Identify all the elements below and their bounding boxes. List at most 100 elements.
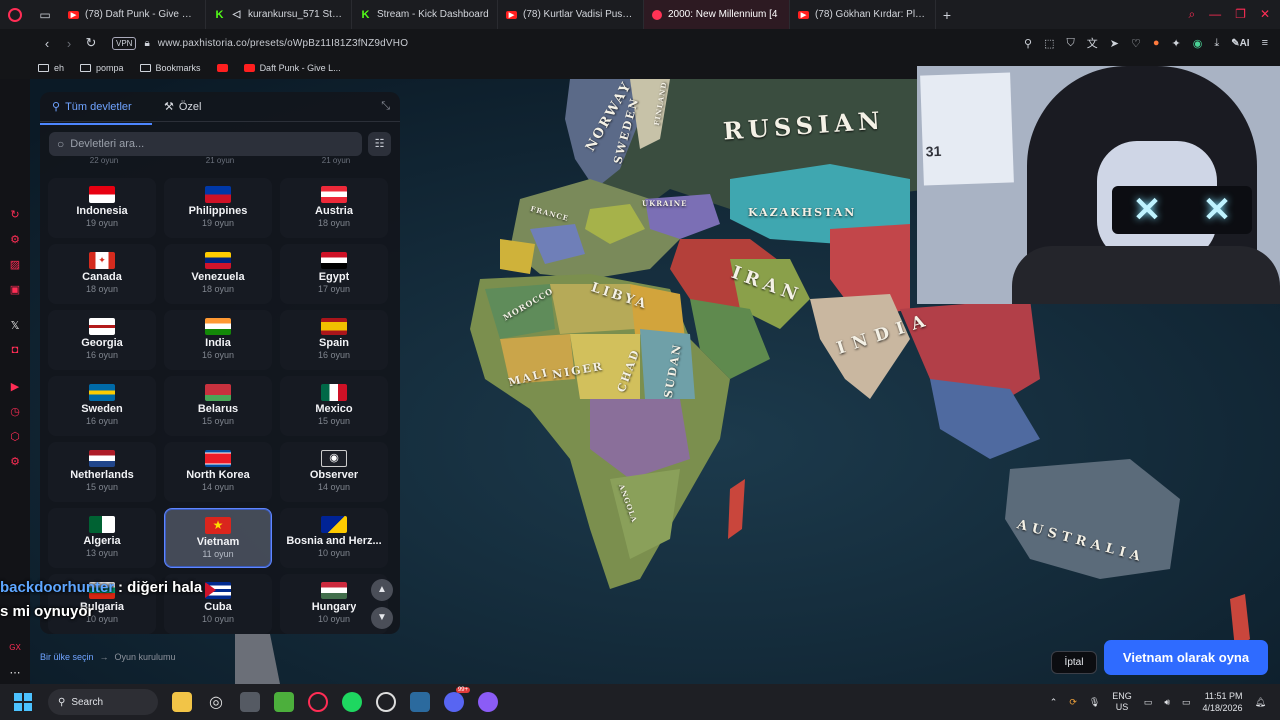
clock[interactable]: 11:51 PM 4/18/2026	[1203, 690, 1243, 714]
bookmark-youtube[interactable]	[216, 64, 228, 72]
country-card[interactable]: ◉ Observer 14 oyun	[280, 442, 388, 502]
send-icon[interactable]: ➤	[1110, 37, 1119, 50]
bookmark-folder-pompa[interactable]: pompa	[80, 63, 124, 73]
extension-icon[interactable]: ●	[1153, 37, 1160, 49]
file-explorer-icon[interactable]	[172, 692, 192, 712]
messenger-icon[interactable]: ▭	[30, 8, 60, 22]
tab-kick-dashboard[interactable]: K Stream - Kick Dashboard	[352, 0, 498, 29]
spotify-icon[interactable]	[342, 692, 362, 712]
puzzle-icon[interactable]: ✦	[1171, 37, 1180, 50]
heart-icon[interactable]: ♡	[1131, 37, 1141, 50]
settings-icon[interactable]: ⚙	[9, 456, 21, 468]
translate-icon[interactable]: 文	[1087, 35, 1098, 51]
new-tab-button[interactable]: +	[936, 7, 958, 23]
filter-button[interactable]: ☷	[368, 132, 391, 156]
ghostery-icon[interactable]: ◉	[1193, 37, 1203, 50]
steam-icon[interactable]	[410, 692, 430, 712]
speed-dial-icon[interactable]: ↻	[9, 209, 21, 221]
obs-icon[interactable]: ◎	[206, 692, 226, 712]
chatgpt-icon[interactable]	[376, 692, 396, 712]
language-indicator[interactable]: ENG US	[1112, 691, 1132, 713]
tab-custom[interactable]: ⚒ Özel	[164, 100, 202, 114]
country-card[interactable]: North Korea 14 oyun	[164, 442, 272, 502]
country-card[interactable]: Sweden 16 oyun	[48, 376, 156, 436]
tray-sync-icon[interactable]: ⟳	[1069, 697, 1077, 708]
collapse-panel-icon[interactable]: ⤡	[381, 100, 390, 113]
country-card[interactable]: Mexico 15 oyun	[280, 376, 388, 436]
gx-corner-icon[interactable]: GX	[9, 642, 21, 654]
country-card[interactable]: Egypt 17 oyun	[280, 244, 388, 304]
search-tabs-icon[interactable]: ⌕	[1188, 7, 1195, 22]
unity-icon[interactable]	[240, 692, 260, 712]
tab-daft-punk[interactable]: ▶ (78) Daft Punk - Give Life	[60, 0, 206, 29]
notification-bell-icon[interactable]: 🔔︎	[1255, 697, 1266, 708]
pin-icon[interactable]: ⚲	[1024, 37, 1032, 50]
shield-icon[interactable]: ⛉	[1066, 37, 1074, 50]
player-icon[interactable]: ▶	[9, 381, 21, 393]
clock-date: 4/18/2026	[1202, 703, 1243, 713]
country-card[interactable]: Algeria 13 oyun	[48, 508, 156, 568]
cancel-button[interactable]: İptal	[1051, 651, 1097, 674]
twitch-taskbar-icon[interactable]	[478, 692, 498, 712]
country-search-input[interactable]	[70, 138, 331, 150]
messenger-sidebar-icon[interactable]: ▣	[9, 284, 21, 296]
history-icon[interactable]: ◷	[9, 406, 21, 418]
scroll-up-button[interactable]: ▲	[371, 579, 393, 601]
poster-number: 31	[925, 142, 942, 160]
discord-sidebar-icon[interactable]: ◘	[9, 344, 21, 356]
ai-button[interactable]: ✎AI	[1231, 38, 1249, 49]
taskbar-search[interactable]: ⚲ Search	[48, 689, 158, 715]
battery-icon[interactable]: ▭	[1182, 697, 1191, 708]
download-icon[interactable]: ⤓	[1214, 37, 1219, 50]
tab-new-millennium[interactable]: 2000: New Millennium [4	[644, 0, 790, 29]
menu-icon[interactable]: ≡	[1262, 37, 1268, 49]
tab-gokhan-kirdar[interactable]: ▶ (78) Gökhan Kırdar: Plastik	[790, 0, 936, 29]
more-icon[interactable]: ⋯	[9, 667, 21, 679]
gx-control-icon[interactable]: ⚙	[9, 234, 21, 246]
country-card[interactable]: ✦ Canada 18 oyun	[48, 244, 156, 304]
reload-icon[interactable]: ↻	[80, 35, 102, 51]
close-icon[interactable]: ✕	[1260, 7, 1270, 22]
country-card[interactable]: Netherlands 15 oyun	[48, 442, 156, 502]
network-icon[interactable]: ▭	[1144, 697, 1153, 708]
tab-kurtlar-vadisi[interactable]: ▶ (78) Kurtlar Vadisi Pusu K	[498, 0, 644, 29]
country-card[interactable]: Georgia 16 oyun	[48, 310, 156, 370]
country-card[interactable]: Indonesia 19 oyun	[48, 178, 156, 238]
region-iberia[interactable]	[500, 239, 535, 274]
country-search[interactable]: ○	[49, 132, 362, 156]
country-card[interactable]: Austria 18 oyun	[280, 178, 388, 238]
snapshot-icon[interactable]: ⬚	[1044, 37, 1054, 50]
twitch-icon[interactable]: ▨	[9, 259, 21, 271]
opera-gx-taskbar-icon[interactable]	[308, 692, 328, 712]
microphone-icon[interactable]: 🎙︎	[1089, 697, 1100, 708]
country-card[interactable]: Spain 16 oyun	[280, 310, 388, 370]
minecraft-icon[interactable]	[274, 692, 294, 712]
volume-icon[interactable]: 🔊︎	[1164, 697, 1170, 708]
lock-icon[interactable]: 🔒︎	[144, 38, 149, 49]
minimize-icon[interactable]: —	[1209, 7, 1221, 22]
back-icon[interactable]: ‹	[36, 36, 58, 51]
scroll-down-button[interactable]: ▼	[371, 607, 393, 629]
tab-kurankursu-stream[interactable]: K ◁ kurankursu_571 Stream	[206, 0, 352, 29]
vpn-badge[interactable]: VPN	[112, 36, 137, 50]
x-twitter-icon[interactable]: 𝕏	[9, 320, 21, 332]
country-card[interactable]: Bosnia and Herz... 10 oyun	[280, 508, 388, 568]
bookmark-folder-bookmarks[interactable]: Bookmarks	[139, 63, 201, 73]
extensions-sidebar-icon[interactable]: ⬡	[9, 431, 21, 443]
bookmark-daft-punk[interactable]: Daft Punk - Give L...	[243, 63, 341, 73]
tab-all-states[interactable]: ⚲ Tüm devletler	[40, 100, 152, 125]
country-card[interactable]: Venezuela 18 oyun	[164, 244, 272, 304]
country-card[interactable]: Philippines 19 oyun	[164, 178, 272, 238]
tray-chevron-icon[interactable]: ⌃	[1050, 697, 1058, 708]
opera-gx-logo-icon[interactable]	[0, 0, 30, 29]
country-card[interactable]: Belarus 15 oyun	[164, 376, 272, 436]
bookmark-folder-eh[interactable]: eh	[38, 63, 64, 73]
maximize-icon[interactable]: ❐	[1235, 7, 1246, 22]
url-field[interactable]: www.paxhistoria.co/presets/oWpBz11I81Z3f…	[158, 38, 408, 49]
country-card[interactable]: ★ Vietnam 11 oyun	[164, 508, 272, 568]
forward-icon[interactable]: ›	[58, 36, 80, 51]
play-as-button[interactable]: Vietnam olarak oyna	[1104, 640, 1268, 675]
country-card[interactable]: India 16 oyun	[164, 310, 272, 370]
windows-start-icon[interactable]	[14, 693, 32, 711]
discord-icon[interactable]: 99+	[444, 687, 470, 712]
